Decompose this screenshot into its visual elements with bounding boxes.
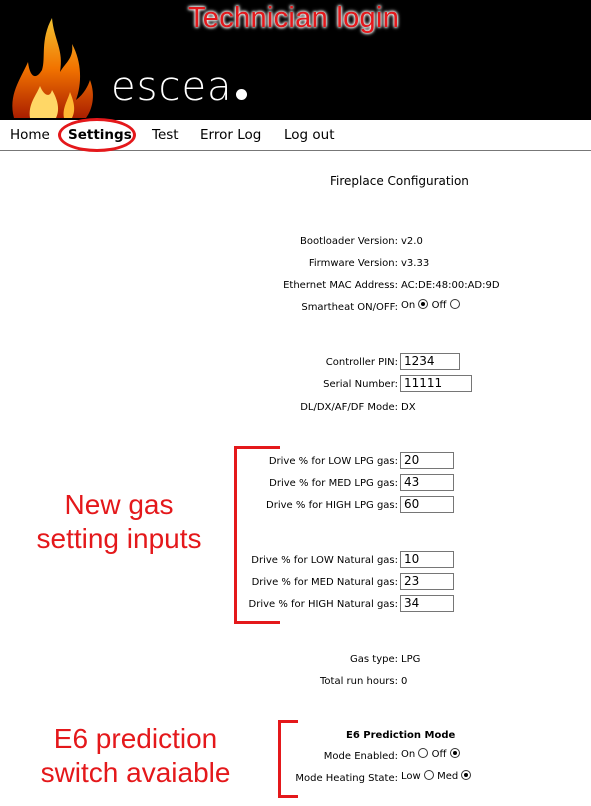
smartheat-on-radio[interactable] bbox=[418, 299, 429, 309]
annotation-new-gas-line1: New gas bbox=[64, 489, 174, 520]
mac-label: Ethernet MAC Address: bbox=[283, 280, 398, 291]
e6-enabled-radio-group: On Off bbox=[401, 748, 460, 760]
firmware-label: Firmware Version: bbox=[308, 258, 398, 269]
page-title: Fireplace Configuration bbox=[330, 174, 469, 188]
nav-home[interactable]: Home bbox=[10, 127, 50, 143]
smartheat-off-label: Off bbox=[431, 300, 447, 311]
lpg-high-input[interactable]: 60 bbox=[400, 496, 454, 513]
natural-low-label: Drive % for LOW Natural gas: bbox=[251, 555, 398, 566]
bootloader-value: v2.0 bbox=[401, 236, 423, 247]
logo-text: escea bbox=[111, 64, 233, 110]
e6-heading: E6 Prediction Mode bbox=[346, 730, 456, 741]
header-banner: Technician login escea bbox=[0, 0, 591, 120]
smartheat-on-label: On bbox=[401, 300, 416, 311]
pin-label: Controller PIN: bbox=[325, 357, 398, 368]
serial-label: Serial Number: bbox=[323, 379, 398, 390]
flame-graphic bbox=[12, 18, 93, 118]
smartheat-radio-group: On Off bbox=[401, 299, 460, 311]
natural-low-input[interactable]: 10 bbox=[400, 551, 454, 568]
lpg-low-input[interactable]: 20 bbox=[400, 452, 454, 469]
smartheat-off-radio[interactable] bbox=[449, 299, 460, 309]
smartheat-label: Smartheat ON/OFF: bbox=[301, 302, 398, 313]
e6-enabled-off-label: Off bbox=[431, 749, 447, 760]
natural-med-input[interactable]: 23 bbox=[400, 573, 454, 590]
annotation-bracket-e6 bbox=[278, 720, 298, 798]
annotation-new-gas-line2: setting inputs bbox=[36, 523, 202, 554]
e6-heating-med-label: Med bbox=[437, 771, 459, 782]
natural-high-input[interactable]: 34 bbox=[400, 595, 454, 612]
natural-high-label: Drive % for HIGH Natural gas: bbox=[248, 599, 398, 610]
annotation-technician-login: Technician login bbox=[188, 2, 400, 34]
e6-heating-low-radio[interactable] bbox=[423, 770, 434, 780]
nav-test[interactable]: Test bbox=[152, 127, 179, 143]
e6-enabled-off-radio[interactable] bbox=[449, 748, 460, 758]
escea-logo: escea bbox=[111, 64, 247, 110]
nav-log-out[interactable]: Log out bbox=[284, 127, 335, 143]
run-hours-value: 0 bbox=[401, 676, 408, 687]
mac-value: AC:DE:48:00:AD:9D bbox=[401, 280, 500, 291]
e6-enabled-on-radio[interactable] bbox=[418, 748, 429, 758]
run-hours-label: Total run hours: bbox=[320, 676, 398, 687]
mode-label: DL/DX/AF/DF Mode: bbox=[300, 402, 398, 413]
e6-heating-med-radio[interactable] bbox=[461, 770, 472, 780]
e6-heating-low-label: Low bbox=[401, 771, 421, 782]
gas-type-value: LPG bbox=[401, 654, 421, 665]
e6-enabled-label: Mode Enabled: bbox=[323, 751, 398, 762]
gas-type-label: Gas type: bbox=[350, 654, 398, 665]
annotation-settings-circle bbox=[58, 118, 136, 152]
bootloader-label: Bootloader Version: bbox=[300, 236, 398, 247]
annotation-e6: E6 prediction switch avaiable bbox=[18, 722, 253, 790]
firmware-value: v3.33 bbox=[401, 258, 430, 269]
nav-error-log[interactable]: Error Log bbox=[200, 127, 261, 143]
annotation-new-gas: New gas setting inputs bbox=[24, 488, 214, 556]
natural-med-label: Drive % for MED Natural gas: bbox=[251, 577, 398, 588]
lpg-med-input[interactable]: 43 bbox=[400, 474, 454, 491]
e6-heating-label: Mode Heating State: bbox=[295, 773, 398, 784]
pin-input[interactable]: 1234 bbox=[400, 353, 460, 370]
lpg-med-label: Drive % for MED LPG gas: bbox=[269, 478, 398, 489]
mode-value: DX bbox=[401, 402, 416, 413]
serial-input[interactable]: 11111 bbox=[400, 375, 472, 392]
e6-enabled-on-label: On bbox=[401, 749, 416, 760]
annotation-e6-line2: switch avaiable bbox=[40, 757, 231, 788]
lpg-high-label: Drive % for HIGH LPG gas: bbox=[266, 500, 398, 511]
annotation-e6-line1: E6 prediction bbox=[53, 723, 218, 754]
logo-dot bbox=[235, 89, 247, 100]
e6-heating-radio-group: Low Med bbox=[401, 770, 472, 782]
lpg-low-label: Drive % for LOW LPG gas: bbox=[268, 456, 398, 467]
annotation-bracket-gas bbox=[234, 446, 280, 624]
